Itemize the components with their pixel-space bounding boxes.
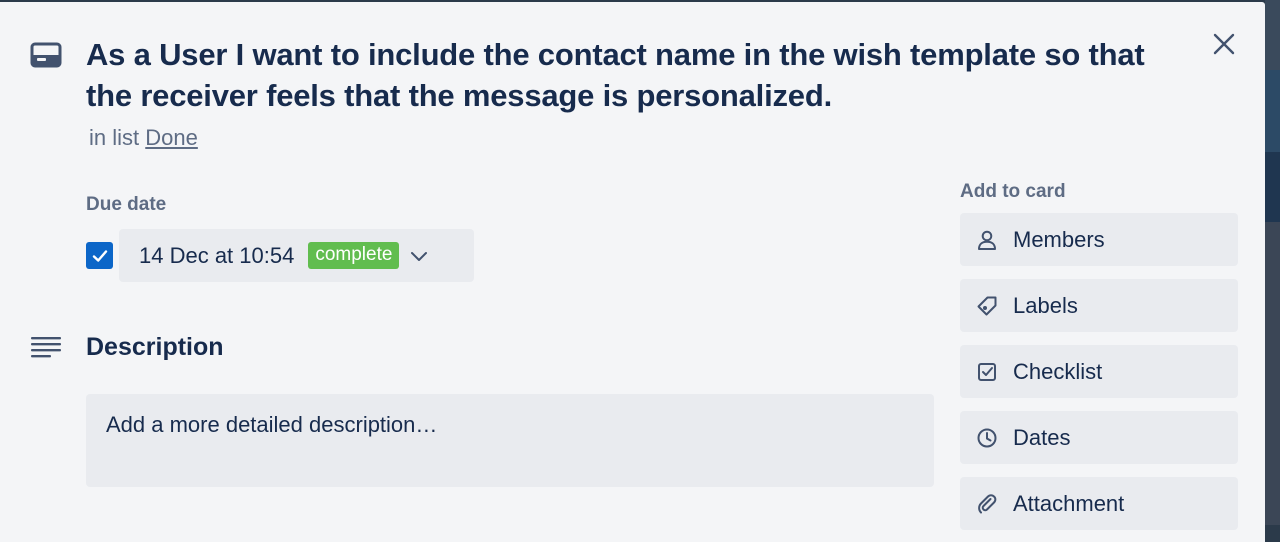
status-badge: complete bbox=[308, 242, 400, 269]
close-button[interactable] bbox=[1204, 24, 1244, 64]
tag-icon bbox=[977, 296, 997, 315]
labels-button[interactable]: Labels bbox=[960, 279, 1238, 332]
description-icon bbox=[31, 337, 61, 358]
attachment-button[interactable]: Attachment bbox=[960, 477, 1238, 530]
checkmark-icon bbox=[92, 249, 107, 262]
card-icon bbox=[30, 42, 62, 68]
due-date-button[interactable]: 14 Dec at 10:54 complete bbox=[119, 229, 474, 282]
paperclip-icon bbox=[978, 493, 997, 513]
description-input[interactable]: Add a more detailed description… bbox=[86, 394, 934, 487]
list-link[interactable]: Done bbox=[145, 125, 198, 150]
checklist-button[interactable]: Checklist bbox=[960, 345, 1238, 398]
due-date-value: 14 Dec at 10:54 bbox=[139, 242, 295, 268]
clock-icon bbox=[977, 428, 997, 447]
sidebar-item-label: Members bbox=[1013, 226, 1105, 252]
dates-button[interactable]: Dates bbox=[960, 411, 1238, 464]
due-date-label: Due date bbox=[86, 194, 167, 215]
close-icon bbox=[1213, 33, 1235, 55]
members-button[interactable]: Members bbox=[960, 213, 1238, 266]
board-strip bbox=[1265, 152, 1280, 222]
sidebar-item-label: Dates bbox=[1013, 424, 1071, 450]
checklist-icon bbox=[978, 362, 996, 381]
card-title[interactable]: As a User I want to include the contact … bbox=[86, 34, 1166, 116]
sidebar-item-label: Attachment bbox=[1013, 490, 1125, 516]
chevron-down-icon bbox=[411, 251, 428, 261]
board-background bbox=[1265, 0, 1280, 525]
description-placeholder: Add a more detailed description… bbox=[106, 412, 438, 437]
add-to-card-heading: Add to card bbox=[960, 181, 1066, 202]
in-list-prefix: in list bbox=[89, 125, 140, 150]
sidebar-item-label: Labels bbox=[1013, 292, 1078, 318]
card-detail-modal: As a User I want to include the contact … bbox=[0, 2, 1265, 542]
person-icon bbox=[978, 230, 996, 250]
card-list-info: in list Done bbox=[89, 125, 198, 151]
board-strip bbox=[1265, 222, 1280, 525]
board-strip bbox=[1265, 70, 1280, 152]
sidebar-item-label: Checklist bbox=[1013, 358, 1103, 384]
description-heading: Description bbox=[86, 333, 224, 361]
due-complete-checkbox[interactable] bbox=[86, 242, 113, 269]
